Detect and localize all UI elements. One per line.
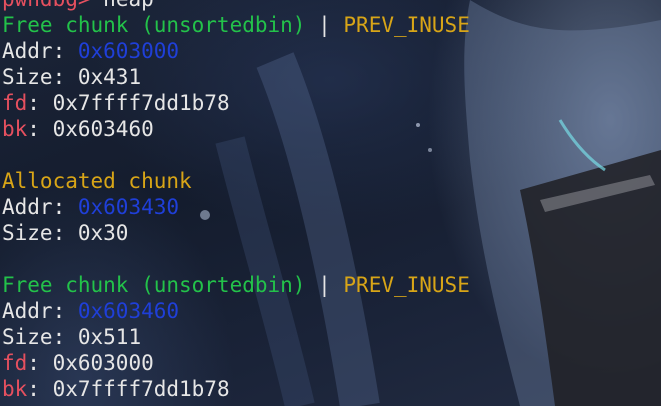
chunk-3-bk-line: bk: 0x7ffff7dd1b78 xyxy=(2,377,230,401)
chunk-3-fd-line: fd: 0x603000 xyxy=(2,351,154,375)
chunk-1-flag: PREV_INUSE xyxy=(343,13,470,37)
chunk-3-addr: 0x603460 xyxy=(77,299,180,323)
chunk-2-header-line: Allocated chunk xyxy=(2,168,470,194)
chunk-1-addr: 0x603000 xyxy=(77,39,180,63)
prompt-line: pwndbg> heap xyxy=(2,0,470,12)
chunk-3-addr-line: Addr: 0x603460 xyxy=(2,298,470,324)
chunk-3-header-line: Free chunk (unsortedbin) | PREV_INUSE xyxy=(2,272,470,298)
chunk-1-size-line: Size: 0x431 xyxy=(2,64,470,90)
separator: | xyxy=(318,273,331,297)
bk-label: bk xyxy=(2,377,28,401)
bk-label: bk xyxy=(2,117,28,141)
chunk-1-fd-line: fd: 0x7ffff7dd1b78 xyxy=(2,91,230,115)
chunk-1-fd: 0x7ffff7dd1b78 xyxy=(52,91,230,115)
chunk-2-header: Allocated chunk xyxy=(2,169,192,193)
prompt: pwndbg> xyxy=(2,0,91,11)
fd-label: fd xyxy=(2,91,28,115)
chunk-1-bk: 0x603460 xyxy=(52,117,154,141)
chunk-2-size: 0x30 xyxy=(77,221,129,245)
size-label: Size: xyxy=(2,325,66,349)
chunk-1-bk-line: bk: 0x603460 xyxy=(2,117,154,141)
separator: | xyxy=(318,13,331,37)
command: heap xyxy=(103,0,154,11)
chunk-2-size-line: Size: 0x30 xyxy=(2,220,470,246)
size-label: Size: xyxy=(2,221,66,245)
terminal-output: pwndbg> heap Free chunk (unsortedbin) | … xyxy=(2,0,470,402)
chunk-1-header-line: Free chunk (unsortedbin) | PREV_INUSE xyxy=(2,12,470,38)
chunk-2-addr-line: Addr: 0x603430 xyxy=(2,194,470,220)
fd-label: fd xyxy=(2,351,28,375)
addr-label: Addr: xyxy=(2,195,66,219)
chunk-1-addr-line: Addr: 0x603000 xyxy=(2,38,470,64)
chunk-3-bk: 0x7ffff7dd1b78 xyxy=(52,377,230,401)
chunk-2-addr: 0x603430 xyxy=(77,195,180,219)
chunk-1-header: Free chunk (unsortedbin) xyxy=(2,13,306,37)
chunk-3-size-line: Size: 0x511 xyxy=(2,324,470,350)
chunk-1-size: 0x431 xyxy=(77,65,142,89)
chunk-3-header: Free chunk (unsortedbin) xyxy=(2,273,306,297)
chunk-3-fd: 0x603000 xyxy=(52,351,154,375)
addr-label: Addr: xyxy=(2,39,66,63)
chunk-3-size: 0x511 xyxy=(77,325,142,349)
addr-label: Addr: xyxy=(2,299,66,323)
chunk-3-flag: PREV_INUSE xyxy=(343,273,470,297)
size-label: Size: xyxy=(2,65,66,89)
